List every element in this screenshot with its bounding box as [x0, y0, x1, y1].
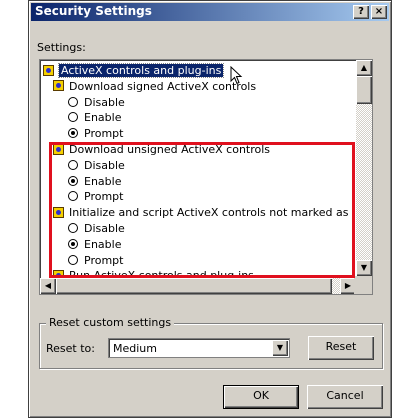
tree-item-label: Disable [84, 222, 125, 235]
tree-group-item[interactable]: Run ActiveX controls and plug-ins [53, 268, 254, 276]
horizontal-scroll-thumb[interactable] [56, 278, 332, 294]
settings-group-icon [53, 80, 64, 92]
tree-radio-option[interactable]: Prompt [68, 253, 123, 269]
settings-tree-body: ActiveX controls and plug-ins Download si… [40, 60, 354, 276]
tree-item-label: Prompt [84, 127, 124, 141]
mouse-pointer-icon [230, 66, 243, 85]
radio-checked-icon[interactable] [68, 175, 78, 186]
title-bar[interactable]: Security Settings ? × [31, 3, 389, 21]
tree-item-label: Run ActiveX controls and plug-ins [69, 269, 254, 276]
radio-unchecked-icon[interactable] [68, 96, 78, 107]
tree-radio-option[interactable]: Prompt [68, 126, 123, 142]
tree-item-label: Disable [84, 95, 125, 109]
tree-radio-option[interactable]: Disable [68, 95, 125, 111]
scroll-down-icon[interactable]: ▼ [356, 260, 372, 276]
window-title: Security Settings [35, 4, 152, 18]
vertical-scroll-thumb[interactable] [356, 76, 372, 104]
tree-radio-option[interactable]: Enable [68, 174, 121, 190]
radio-unchecked-icon[interactable] [68, 159, 78, 170]
radio-checked-icon[interactable] [68, 238, 78, 249]
reset-group-label: Reset custom settings [46, 316, 175, 329]
tree-item-label: Download unsigned ActiveX controls [69, 143, 271, 156]
tree-item-label: Initialize and script ActiveX controls n… [69, 206, 354, 220]
tree-item-label: ActiveX controls and plug-ins [57, 63, 225, 78]
settings-group-icon [53, 269, 64, 276]
tree-radio-option[interactable]: Enable [68, 110, 121, 126]
settings-label: Settings: [37, 41, 86, 54]
tree-item-label: Download signed ActiveX controls [69, 79, 257, 93]
reset-level-value: Medium [113, 342, 157, 355]
scrollbar-corner [354, 276, 372, 294]
tree-item-label: Enable [84, 111, 122, 125]
help-button[interactable]: ? [353, 5, 369, 19]
settings-group-icon [53, 143, 64, 155]
horizontal-scrollbar[interactable]: ◀ ▶ [40, 278, 356, 294]
ok-button[interactable]: OK [223, 385, 299, 409]
vertical-scrollbar[interactable]: ▲ ▼ [356, 60, 372, 276]
reset-level-select[interactable]: Medium ▼ [108, 338, 290, 358]
tree-item-label: Disable [84, 158, 125, 172]
tree-radio-option[interactable]: Prompt [68, 189, 123, 205]
tree-group-item[interactable]: ActiveX controls and plug-ins [43, 63, 225, 79]
tree-item-label: Enable [84, 237, 122, 251]
tree-item-label: Prompt [84, 253, 124, 267]
cancel-button[interactable]: Cancel [307, 385, 383, 409]
scroll-left-icon[interactable]: ◀ [40, 278, 56, 294]
radio-unchecked-icon[interactable] [68, 191, 78, 202]
security-settings-dialog: Security Settings ? × Settings: ActiveX … [28, 0, 392, 418]
tree-item-label: Enable [84, 174, 122, 188]
tree-group-item[interactable]: Download unsigned ActiveX controls [53, 142, 270, 158]
radio-unchecked-icon[interactable] [68, 112, 78, 123]
tree-radio-option[interactable]: Enable [68, 237, 121, 253]
close-button[interactable]: × [371, 5, 387, 19]
settings-tree[interactable]: ActiveX controls and plug-ins Download si… [39, 59, 373, 295]
reset-to-label: Reset to: [46, 342, 95, 355]
radio-unchecked-icon[interactable] [68, 254, 78, 265]
tree-item-label: Prompt [84, 190, 124, 204]
tree-radio-option[interactable]: Disable [68, 158, 125, 174]
tree-group-item[interactable]: Download signed ActiveX controls [53, 79, 256, 95]
settings-group-icon [53, 206, 64, 218]
radio-unchecked-icon[interactable] [68, 223, 78, 233]
reset-custom-settings-group: Reset custom settings Reset to: Medium ▼… [39, 316, 383, 369]
reset-button[interactable]: Reset [308, 336, 374, 360]
chevron-down-icon[interactable]: ▼ [272, 340, 288, 356]
scroll-up-icon[interactable]: ▲ [356, 60, 372, 76]
tree-radio-option[interactable]: Disable [68, 221, 125, 237]
tree-group-item[interactable]: Initialize and script ActiveX controls n… [53, 205, 354, 221]
settings-group-icon [43, 64, 54, 76]
radio-checked-icon[interactable] [68, 128, 78, 139]
